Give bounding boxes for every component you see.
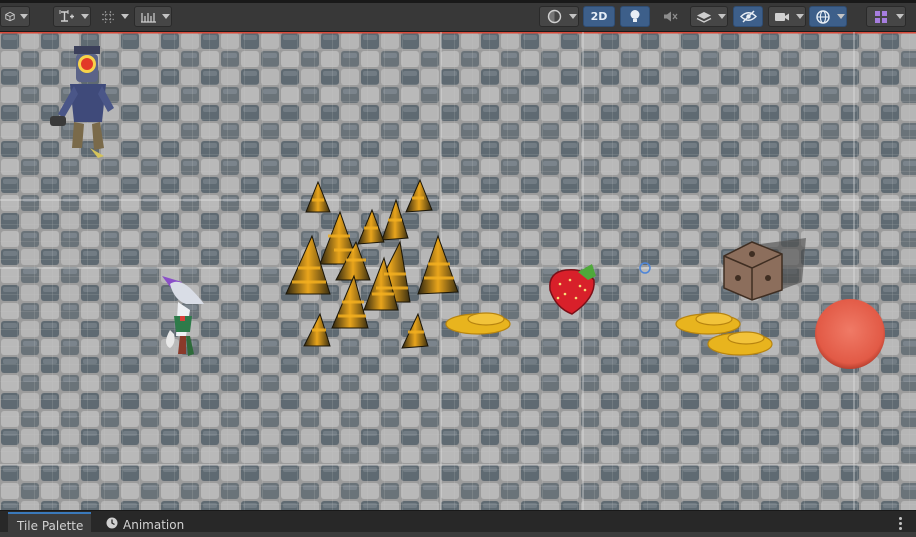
chevron-down-icon — [161, 7, 171, 26]
scene-view[interactable] — [0, 32, 916, 510]
chevron-down-icon — [795, 7, 805, 26]
move-tool-dropdown[interactable] — [53, 6, 91, 27]
chevron-down-icon — [836, 7, 846, 26]
chevron-down-icon — [717, 7, 727, 26]
cube-icon — [1, 7, 19, 26]
2d-toggle-button[interactable]: 2D — [583, 6, 615, 27]
chevron-down-icon — [19, 7, 29, 26]
panel-subtoolbar — [0, 532, 916, 537]
effects-dropdown[interactable] — [690, 6, 728, 27]
clock-icon — [106, 517, 118, 532]
gizmos-dropdown[interactable] — [809, 6, 847, 27]
grid-snapping-dropdown[interactable] — [95, 6, 131, 27]
speaker-muted-icon — [656, 7, 684, 26]
draw-mode-dropdown[interactable] — [0, 6, 30, 27]
lightbulb-icon — [621, 7, 649, 26]
lighting-toggle-button[interactable] — [620, 6, 650, 27]
chevron-down-icon — [568, 7, 578, 26]
scene-canvas[interactable] — [0, 32, 916, 510]
sphere-icon — [540, 7, 568, 26]
globe-icon — [810, 7, 836, 26]
title-strip — [0, 0, 916, 3]
red-button-sprite[interactable] — [815, 299, 885, 369]
tab-label: Tile Palette — [17, 518, 84, 533]
audio-toggle-button[interactable] — [655, 6, 685, 27]
shading-mode-dropdown[interactable] — [539, 6, 579, 27]
camera-settings-dropdown[interactable] — [768, 6, 806, 27]
move-snap-icon — [54, 7, 80, 26]
layers-dropdown[interactable] — [866, 6, 906, 27]
eye-slash-icon — [734, 7, 762, 26]
layers-icon — [691, 7, 717, 26]
ruler-icon — [135, 7, 161, 26]
scene-visibility-toggle[interactable] — [733, 6, 763, 27]
chevron-down-icon — [80, 7, 90, 26]
scene-toolbar: 2D — [0, 0, 916, 32]
camera-icon — [769, 7, 795, 26]
grid-snap-icon — [96, 7, 120, 26]
more-options-icon[interactable] — [899, 517, 902, 530]
grid-icon — [867, 7, 895, 26]
chevron-down-icon — [895, 7, 905, 26]
chevron-down-icon — [120, 7, 130, 26]
increment-snapping-dropdown[interactable] — [134, 6, 172, 27]
tab-label: Animation — [123, 517, 185, 532]
